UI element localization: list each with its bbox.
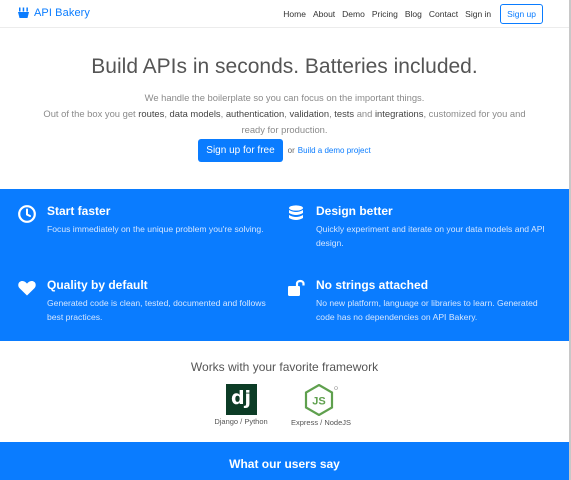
feature-text: Generated code is clean, tested, documen… — [47, 298, 266, 322]
feature-title: Design better — [316, 204, 393, 218]
django-logo: dj — [225, 384, 257, 415]
brand-logo-link[interactable]: API Bakery — [17, 7, 90, 19]
testimonials-section: What our users say — [0, 442, 569, 480]
feature-title: No strings attached — [316, 278, 429, 292]
feature-tests: tests — [334, 108, 355, 119]
testimonials-title: What our users say — [229, 457, 340, 471]
nav-home[interactable]: Home — [283, 9, 306, 19]
feature-routes: routes — [138, 108, 165, 119]
feature-title: Start faster — [47, 204, 111, 218]
hero-line-1: We handle the boilerplate so you can foc… — [144, 92, 425, 103]
nav-sign-in[interactable]: Sign in — [465, 9, 491, 19]
navbar: API Bakery Home About Demo Pricing Blog … — [0, 0, 569, 28]
main-nav: Home About Demo Pricing Blog Contact Sig… — [276, 0, 543, 28]
hero-subtitle: We handle the boilerplate so you can foc… — [0, 90, 569, 138]
database-icon — [289, 205, 303, 220]
feature-text: Quickly experiment and iterate on your d… — [316, 224, 545, 248]
nodejs-logo: JS — [304, 384, 338, 416]
brand-name[interactable]: API Bakery — [34, 7, 90, 19]
framework-label: Express / NodeJS — [290, 418, 352, 427]
framework-label: Django / Python — [214, 417, 268, 426]
clock-icon — [18, 205, 36, 223]
feature-text: No new platform, language or libraries t… — [316, 298, 538, 322]
nav-pricing[interactable]: Pricing — [372, 9, 398, 19]
features-section: Start faster Focus immediately on the un… — [0, 189, 569, 341]
nodejs-logo-text: JS — [312, 396, 325, 408]
nav-demo[interactable]: Demo — [342, 9, 365, 19]
signup-button[interactable]: Sign up — [500, 4, 543, 24]
or-text: or — [287, 146, 295, 155]
feature-text: Focus immediately on the unique problem … — [47, 224, 264, 234]
hero-actions: Sign up for free or Build a demo project — [0, 139, 569, 162]
feature-authentication: authentication — [225, 108, 285, 119]
bakery-logo-icon — [18, 7, 29, 18]
nav-blog[interactable]: Blog — [405, 9, 422, 19]
hero-line-2: Out of the box you get routes, data mode… — [43, 108, 526, 119]
nav-contact[interactable]: Contact — [429, 9, 458, 19]
frameworks-title: Works with your favorite framework — [190, 360, 379, 374]
hero-title: Build APIs in seconds. Batteries include… — [91, 55, 478, 78]
hero-line-3: ready for production. — [241, 124, 328, 135]
page: API Bakery Home About Demo Pricing Blog … — [0, 0, 569, 480]
feature-title: Quality by default — [47, 278, 148, 292]
framework-django: dj Django / Python — [208, 384, 274, 426]
feature-validation: validation — [289, 108, 330, 119]
heart-icon — [18, 280, 36, 296]
signup-free-button[interactable]: Sign up for free — [198, 139, 283, 162]
feature-integrations: integrations — [374, 108, 424, 119]
build-demo-link[interactable]: Build a demo project — [298, 146, 371, 155]
nav-about[interactable]: About — [313, 9, 335, 19]
feature-data-models: data models — [169, 108, 221, 119]
unlock-icon — [288, 279, 305, 296]
framework-node: JS Express / NodeJS — [286, 384, 356, 427]
